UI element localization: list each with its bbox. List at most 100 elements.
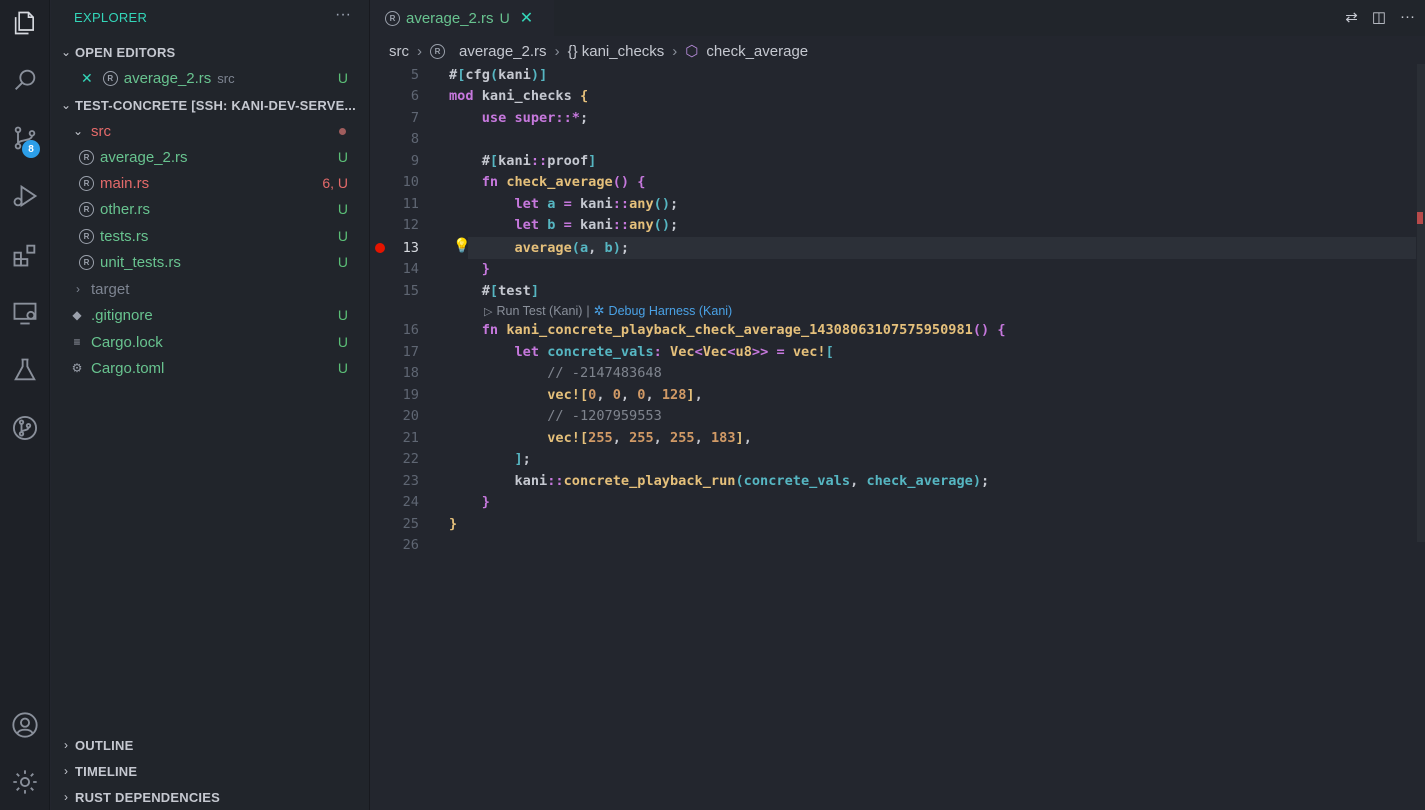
- code-line: 26: [402, 537, 419, 554]
- bug-icon: ✲: [593, 303, 605, 318]
- chevron-down-icon: ⌄: [72, 124, 84, 138]
- code-line: 11 let a = kani::any();: [402, 195, 679, 212]
- extensions-icon[interactable]: [5, 235, 45, 275]
- file-item[interactable]: R main.rs 6, U: [51, 170, 370, 196]
- breadcrumb-module[interactable]: {} kani_checks: [568, 43, 665, 60]
- split-editor-icon[interactable]: ◫: [1372, 8, 1386, 26]
- lock-file-icon: ≡: [73, 335, 81, 349]
- rust-file-icon: R: [79, 254, 94, 270]
- folder-src-label: src: [91, 122, 111, 140]
- workspace-section[interactable]: ⌄ TEST-CONCRETE [SSH: KANI-DEV-SERVE...: [51, 92, 370, 118]
- search-icon[interactable]: [5, 60, 45, 100]
- breadcrumb-file[interactable]: average_2.rs: [459, 43, 547, 60]
- rust-file-icon: R: [79, 149, 94, 165]
- file-item[interactable]: ◆ .gitignore U: [51, 302, 370, 328]
- git-file-icon: ◆: [72, 308, 82, 322]
- chevron-down-icon: ⌄: [60, 98, 72, 112]
- run-debug-icon[interactable]: [5, 176, 45, 216]
- rust-file-icon: R: [79, 228, 94, 244]
- editor-actions: ⇄ ◫ ···: [1345, 8, 1415, 26]
- close-tab-icon[interactable]: ✕: [520, 8, 533, 28]
- rust-dependencies-header: RUST DEPENDENCIES: [75, 789, 220, 805]
- code-line: 21 vec![255, 255, 255, 183],: [402, 429, 752, 446]
- folder-target-label: target: [91, 280, 130, 298]
- more-actions-icon[interactable]: ···: [1400, 8, 1415, 26]
- outline-section[interactable]: › OUTLINE: [51, 732, 370, 758]
- close-editor-icon[interactable]: ✕: [81, 70, 93, 87]
- workspace-header: TEST-CONCRETE [SSH: KANI-DEV-SERVE...: [75, 97, 356, 113]
- file-item[interactable]: R average_2.rs U: [51, 144, 370, 170]
- open-editor-folder: src: [217, 70, 235, 86]
- compare-changes-icon[interactable]: ⇄: [1345, 8, 1358, 26]
- explorer-icon[interactable]: [5, 3, 45, 43]
- tab-average-2-rs[interactable]: R average_2.rs U ✕: [371, 0, 554, 36]
- file-status: 6, U: [322, 175, 348, 191]
- tab-status: U: [499, 10, 510, 26]
- code-line: 24 }: [402, 494, 490, 511]
- file-status: U: [337, 228, 348, 244]
- code-line: 20 // -1207959553: [402, 408, 662, 425]
- file-name: average_2.rs: [100, 148, 188, 166]
- scm-badge: 8: [22, 140, 40, 158]
- testing-icon[interactable]: [5, 350, 45, 390]
- timeline-header: TIMELINE: [75, 763, 138, 779]
- function-symbol-icon: ⬡: [685, 43, 699, 60]
- file-status: U: [337, 334, 348, 350]
- breadcrumb-function[interactable]: check_average: [706, 43, 808, 60]
- code-line: 17 let concrete_vals: Vec<Vec<u8>> = vec…: [402, 343, 834, 360]
- settings-gear-icon[interactable]: [5, 762, 45, 802]
- chevron-down-icon: ⌄: [60, 45, 72, 59]
- editor-scrollbar[interactable]: [1417, 64, 1425, 542]
- tab-bar: R average_2.rs U ✕ ⇄ ◫ ···: [371, 0, 1425, 36]
- file-status: U: [337, 360, 348, 376]
- chevron-right-icon: ›: [554, 42, 560, 60]
- remote-explorer-icon[interactable]: [5, 293, 45, 333]
- explorer-title: EXPLORER: [74, 10, 148, 25]
- more-actions-icon[interactable]: ···: [335, 6, 351, 24]
- code-line: 18 // -2147483648: [402, 365, 662, 382]
- activity-bar: 8: [0, 0, 50, 810]
- file-name: main.rs: [100, 174, 150, 192]
- chevron-right-icon: ›: [64, 738, 68, 752]
- run-test-link[interactable]: Run Test (Kani): [496, 304, 582, 318]
- file-status: U: [337, 254, 348, 270]
- code-line: 9 #[kani::proof]: [410, 152, 597, 169]
- breakpoint-icon[interactable]: [375, 243, 385, 253]
- file-status: U: [337, 307, 348, 323]
- tab-label: average_2.rs: [406, 9, 494, 27]
- rust-dependencies-section[interactable]: › RUST DEPENDENCIES: [51, 784, 370, 810]
- file-name: other.rs: [100, 200, 151, 218]
- breadcrumb-src[interactable]: src: [389, 43, 409, 60]
- open-editor-item[interactable]: ✕ R average_2.rs src U: [51, 65, 370, 91]
- chevron-right-icon: ›: [64, 764, 68, 778]
- git-graph-icon[interactable]: [5, 408, 45, 448]
- code-line: 10 fn check_average() {: [402, 174, 646, 191]
- file-item[interactable]: R other.rs U: [51, 196, 370, 222]
- chevron-right-icon: ›: [64, 790, 68, 804]
- chevron-right-icon: ›: [417, 42, 422, 60]
- code-line: 25}: [402, 515, 458, 532]
- open-editors-section[interactable]: ⌄ OPEN EDITORS: [51, 39, 370, 65]
- file-item[interactable]: ≡ Cargo.lock U: [51, 329, 370, 355]
- file-item[interactable]: R unit_tests.rs U: [51, 249, 370, 275]
- code-line: 8: [410, 131, 419, 148]
- breadcrumb: src › R average_2.rs › {} kani_checks › …: [389, 42, 808, 61]
- debug-harness-link[interactable]: Debug Harness (Kani): [609, 304, 733, 318]
- timeline-section[interactable]: › TIMELINE: [51, 758, 370, 784]
- chevron-right-icon: ›: [672, 42, 678, 60]
- outline-header: OUTLINE: [75, 737, 134, 753]
- file-item[interactable]: ⚙ Cargo.toml U: [51, 355, 370, 381]
- file-item[interactable]: R tests.rs U: [51, 223, 370, 249]
- code-line: 12 let b = kani::any();: [402, 217, 679, 234]
- folder-src[interactable]: ⌄ src: [51, 118, 370, 144]
- account-icon[interactable]: [5, 705, 45, 745]
- code-line: 6 mod kani_checks {: [410, 88, 589, 105]
- code-line: 16 fn kani_concrete_playback_check_avera…: [402, 322, 1006, 339]
- code-line: 22 ];: [402, 451, 531, 468]
- rust-file-icon: R: [79, 201, 94, 217]
- folder-target[interactable]: › target: [51, 276, 370, 302]
- file-status: U: [337, 149, 348, 165]
- rust-file-icon: R: [430, 43, 445, 59]
- open-editor-name: average_2.rs: [123, 69, 212, 87]
- file-status: U: [337, 201, 348, 217]
